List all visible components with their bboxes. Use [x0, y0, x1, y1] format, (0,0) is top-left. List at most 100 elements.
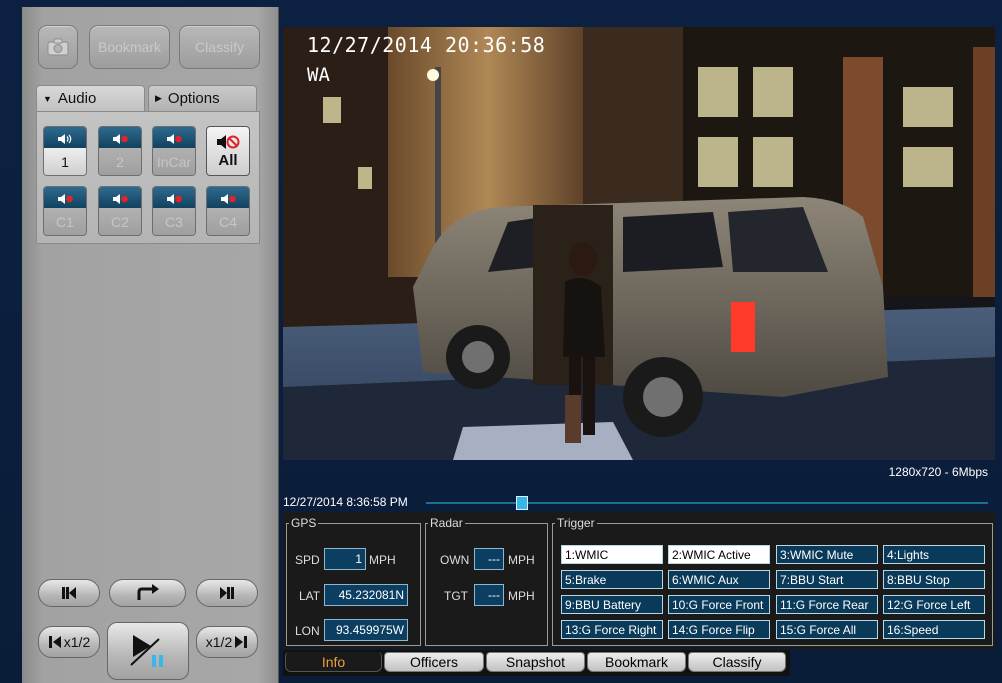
video-timestamp-overlay: 12/27/2014 20:36:58	[307, 33, 546, 57]
seek-thumb[interactable]	[515, 496, 528, 510]
tgt-unit: MPH	[508, 589, 535, 603]
radar-legend: Radar	[430, 516, 463, 530]
trigger-item: 8:BBU Stop	[883, 570, 985, 589]
trigger-item: 3:WMIC Mute	[776, 545, 878, 564]
skip-previous-icon	[62, 587, 76, 599]
previous-button[interactable]	[38, 579, 100, 607]
spd-value: 1	[324, 548, 366, 570]
slow-forward-button[interactable]: x1/2	[196, 626, 258, 658]
speaker-muted-icon	[219, 192, 237, 204]
audio-channel-incar-button[interactable]: InCar	[152, 126, 196, 176]
seek-track[interactable]	[426, 502, 988, 504]
audio-channel-c4-button[interactable]: C4	[206, 186, 250, 236]
repeat-button[interactable]	[109, 579, 186, 607]
gps-legend: GPS	[291, 516, 317, 530]
control-panel: Bookmark Classify ▼ Audio ▶ Options 1 2	[22, 7, 279, 683]
play-pause-button[interactable]	[107, 622, 189, 680]
trigger-item: 16:Speed	[883, 620, 985, 639]
audio-channel-c3-button[interactable]: C3	[152, 186, 196, 236]
audio-channel-c1-label: C1	[44, 208, 86, 235]
trigger-item: 4:Lights	[883, 545, 985, 564]
audio-channel-2-button[interactable]: 2	[98, 126, 142, 176]
audio-channel-c2-label: C2	[99, 208, 141, 235]
trigger-item: 10:G Force Front	[668, 595, 770, 614]
trigger-item: 11:G Force Rear	[776, 595, 878, 614]
trigger-item: 5:Brake	[561, 570, 663, 589]
video-frame-image	[283, 27, 995, 460]
speaker-muted-icon	[56, 192, 74, 204]
audio-channel-c4-label: C4	[207, 208, 249, 235]
audio-channel-1-label: 1	[44, 148, 86, 175]
gps-group: GPS SPD 1 MPH LAT 45.232081N LON 93.4599…	[286, 516, 421, 646]
camera-icon	[47, 38, 69, 56]
slow-forward-label: x1/2	[205, 634, 233, 650]
video-resolution-label: 1280x720 - 6Mbps	[888, 465, 988, 479]
tab-options[interactable]: ▶ Options	[148, 85, 257, 111]
trigger-item: 13:G Force Right	[561, 620, 663, 639]
audio-channel-1-button[interactable]: 1	[43, 126, 87, 176]
bottom-tab-bar: Info Officers Snapshot Bookmark Classify	[283, 650, 790, 676]
speaker-muted-icon	[165, 192, 183, 204]
own-value: ---	[474, 548, 504, 570]
seek-time-label: 12/27/2014 8:36:58 PM	[283, 495, 408, 509]
tab-info[interactable]: Info	[285, 652, 382, 672]
trigger-group: Trigger 1:WMIC 2:WMIC Active 3:WMIC Mute…	[552, 516, 993, 646]
caret-right-icon: ▶	[155, 93, 162, 103]
trigger-item: 12:G Force Left	[883, 595, 985, 614]
lon-value: 93.459975W	[324, 619, 408, 641]
trigger-item: 2:WMIC Active	[668, 545, 770, 564]
own-unit: MPH	[508, 553, 535, 567]
seek-bar: 12/27/2014 8:36:58 PM	[283, 493, 995, 511]
step-forward-icon	[235, 636, 248, 648]
tab-officers[interactable]: Officers	[384, 652, 484, 672]
slow-reverse-button[interactable]: x1/2	[38, 626, 100, 658]
speaker-muted-icon	[111, 192, 129, 204]
speaker-muted-icon	[165, 132, 183, 144]
lat-label: LAT	[299, 589, 321, 603]
audio-channel-2-label: 2	[99, 148, 141, 175]
bookmark-button[interactable]: Bookmark	[89, 25, 170, 69]
tab-audio-label: Audio	[57, 90, 97, 107]
audio-channel-incar-label: InCar	[153, 148, 195, 175]
tab-audio[interactable]: ▼ Audio	[36, 85, 145, 111]
mute-all-icon	[217, 134, 240, 149]
spd-unit: MPH	[369, 553, 396, 567]
trigger-item: 15:G Force All	[776, 620, 878, 639]
lat-value: 45.232081N	[324, 584, 408, 606]
next-button[interactable]	[196, 579, 258, 607]
audio-mute-all-label: All	[218, 151, 238, 169]
spd-label: SPD	[295, 553, 320, 567]
slow-reverse-label: x1/2	[63, 634, 91, 650]
video-viewport[interactable]: 12/27/2014 20:36:58 WA	[283, 27, 995, 460]
app-window: Bookmark Classify ▼ Audio ▶ Options 1 2	[0, 0, 1002, 683]
trigger-item: 9:BBU Battery	[561, 595, 663, 614]
speaker-on-icon	[56, 132, 74, 144]
tgt-value: ---	[474, 584, 504, 606]
audio-channel-c3-label: C3	[153, 208, 195, 235]
info-panel: GPS SPD 1 MPH LAT 45.232081N LON 93.4599…	[283, 512, 995, 649]
tab-options-label: Options	[167, 90, 220, 107]
video-label-overlay: WA	[307, 64, 330, 86]
caret-down-icon: ▼	[43, 93, 52, 104]
own-label: OWN	[440, 553, 470, 567]
trigger-item: 6:WMIC Aux	[668, 570, 770, 589]
audio-mute-all-button[interactable]: All	[206, 126, 250, 176]
classify-button[interactable]: Classify	[179, 25, 260, 69]
repeat-icon	[137, 584, 159, 600]
audio-channel-c2-button[interactable]: C2	[98, 186, 142, 236]
speaker-muted-icon	[111, 132, 129, 144]
play-pause-icon	[130, 635, 163, 667]
snapshot-camera-button[interactable]	[38, 25, 78, 69]
tab-classify[interactable]: Classify	[688, 652, 786, 672]
audio-channel-c1-button[interactable]: C1	[43, 186, 87, 236]
radar-group: Radar OWN --- MPH TGT --- MPH	[425, 516, 548, 646]
trigger-item: 7:BBU Start	[776, 570, 878, 589]
step-back-icon	[48, 636, 61, 648]
audio-channel-panel: 1 2 InCar All C1 C2 C3 C4	[36, 111, 260, 244]
tab-snapshot[interactable]: Snapshot	[486, 652, 585, 672]
trigger-item: 1:WMIC	[561, 545, 663, 564]
skip-next-icon	[220, 587, 234, 599]
lon-label: LON	[295, 624, 320, 638]
tab-bookmark[interactable]: Bookmark	[587, 652, 686, 672]
tgt-label: TGT	[444, 589, 468, 603]
